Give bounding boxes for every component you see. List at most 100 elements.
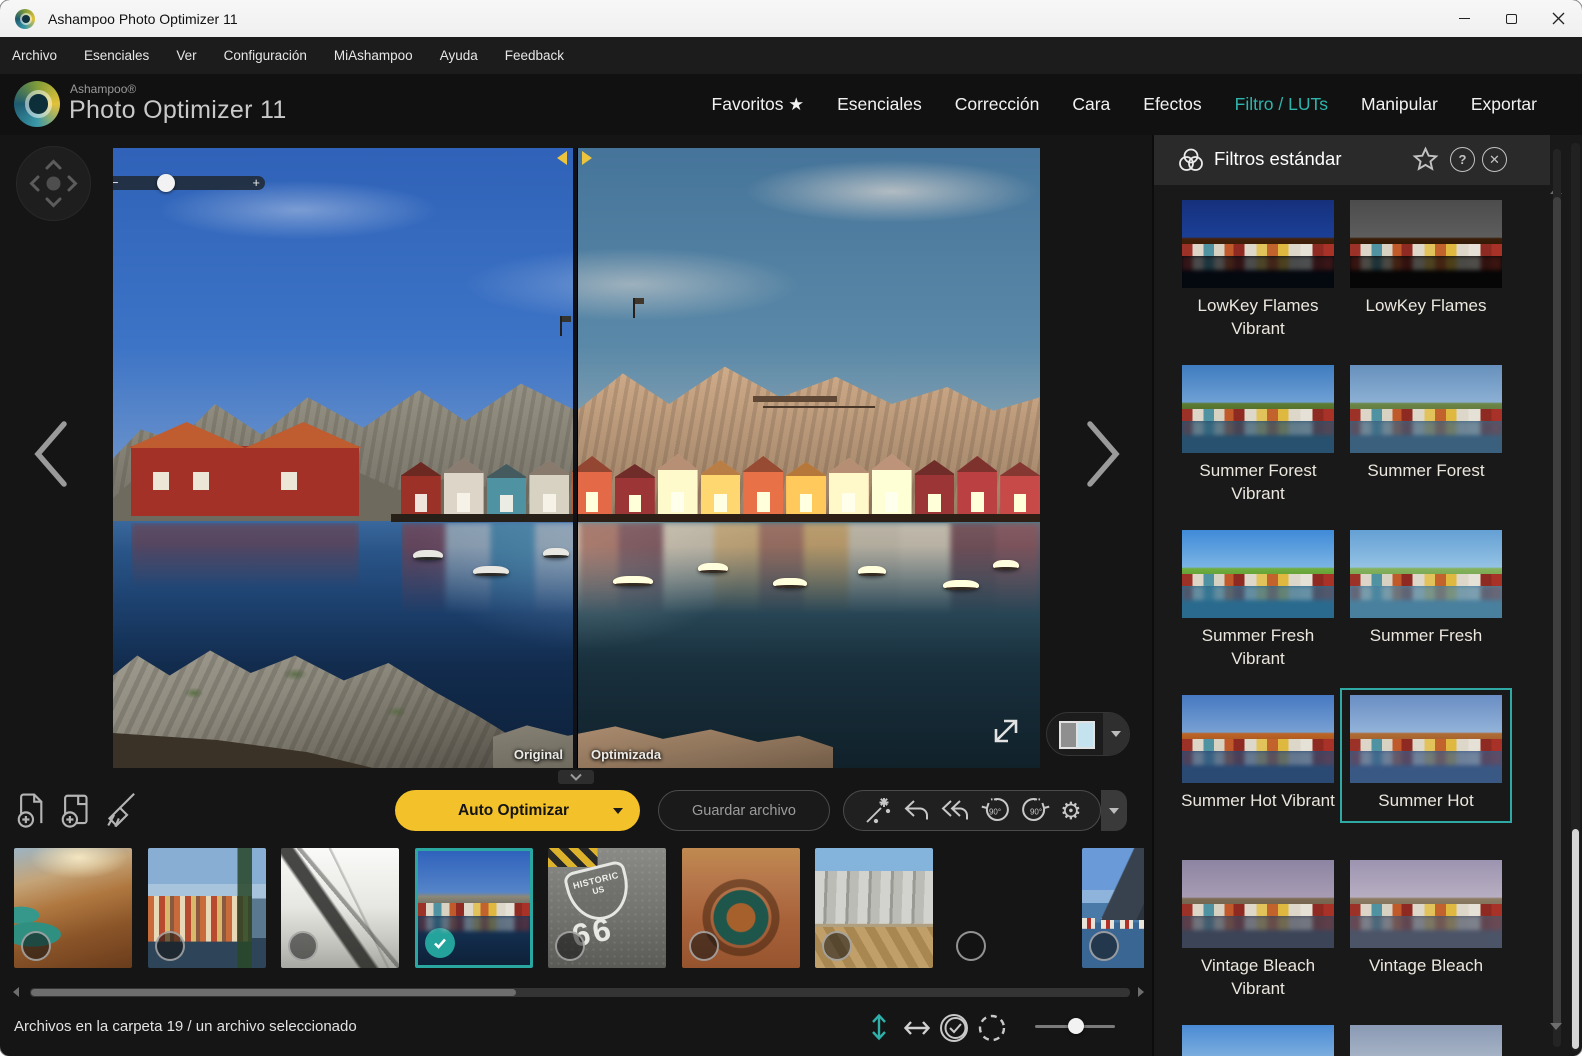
thumbnail-size-thumb[interactable] — [1068, 1018, 1084, 1034]
filmstrip-thumb-fog-bridge[interactable] — [281, 848, 399, 968]
tab-esenciales[interactable]: Esenciales — [837, 94, 922, 115]
favorite-star-icon[interactable] — [1412, 146, 1439, 173]
rotate-right-button[interactable]: 90° — [1020, 795, 1052, 827]
tab-correccion[interactable]: Corrección — [955, 94, 1040, 115]
filmstrip-thumb-fjord[interactable] — [1082, 848, 1144, 968]
panel-scrollbar-thumb[interactable] — [1553, 197, 1561, 1027]
compare-divider[interactable] — [573, 148, 577, 768]
clean-button[interactable] — [100, 789, 140, 829]
filter-summer-hot[interactable]: Summer Hot — [1342, 690, 1510, 821]
thumb-check[interactable] — [822, 931, 852, 961]
filmstrip-scroll-left-icon[interactable] — [13, 987, 19, 997]
zoom-in-icon[interactable]: + — [252, 175, 260, 190]
thumb-check[interactable] — [21, 931, 51, 961]
thumb-check[interactable] — [155, 931, 185, 961]
panel-scrollbar[interactable] — [1553, 149, 1561, 1047]
menu-item-miashampoo[interactable]: MiAshampoo — [334, 48, 413, 63]
fit-horizontal-button[interactable] — [902, 1016, 932, 1040]
fullscreen-button[interactable] — [983, 708, 1029, 754]
filmstrip-thumb-harbor[interactable] — [415, 848, 533, 968]
filmstrip-thumb-mailboxes[interactable] — [815, 848, 933, 968]
menu-item-feedback[interactable]: Feedback — [505, 48, 564, 63]
window-scrollbar-thumb[interactable] — [1572, 829, 1579, 1049]
filter-next-2[interactable] — [1342, 1020, 1510, 1056]
menu-item-archivo[interactable]: Archivo — [12, 48, 57, 63]
next-image-button[interactable] — [1082, 418, 1124, 490]
menu-item-ver[interactable]: Ver — [176, 48, 196, 63]
original-image-half[interactable] — [113, 148, 575, 768]
panel-scroll-down-icon[interactable] — [1550, 1023, 1562, 1030]
filter-summer-hot-vibrant[interactable]: Summer Hot Vibrant — [1174, 690, 1342, 821]
tab-favoritos[interactable]: Favoritos ★ — [712, 94, 805, 115]
panel-close-icon[interactable]: ✕ — [1482, 147, 1507, 172]
filter-summer-forest[interactable]: Summer Forest — [1342, 360, 1510, 491]
pan-control[interactable] — [16, 146, 91, 221]
filmstrip: HISTORICUS66 — [14, 848, 1144, 970]
help-icon[interactable]: ? — [1450, 147, 1475, 172]
filter-thumbnail — [1350, 200, 1502, 288]
filmstrip-thumb-canyon-lake[interactable] — [14, 848, 132, 968]
filmstrip-scrollbar-thumb[interactable] — [31, 989, 516, 996]
filter-vintage-bleach[interactable]: Vintage Bleach — [1342, 855, 1510, 986]
thumb-check[interactable] — [555, 931, 585, 961]
auto-optimize-button[interactable]: Auto Optimizar — [395, 790, 640, 831]
filter-lowkey-flames[interactable]: LowKey Flames — [1342, 195, 1510, 326]
zoom-out-icon[interactable]: − — [113, 175, 119, 190]
compare-mode-button[interactable] — [1046, 712, 1130, 756]
filter-thumbnail — [1350, 695, 1502, 783]
compare-original-button[interactable] — [938, 1012, 970, 1044]
window-scrollbar[interactable] — [1571, 143, 1580, 1051]
tab-manipular[interactable]: Manipular — [1361, 94, 1438, 115]
window-title: Ashampoo Photo Optimizer 11 — [48, 11, 238, 27]
thumb-check[interactable] — [689, 931, 719, 961]
previous-image-button[interactable] — [30, 418, 72, 490]
filmstrip-thumb-monument-valley[interactable] — [949, 848, 1067, 968]
app-logo-icon — [15, 9, 35, 29]
filmstrip-thumb-horseshoe[interactable] — [682, 848, 800, 968]
chevron-down-icon — [1111, 731, 1121, 737]
menu-item-configuracion[interactable]: Configuración — [224, 48, 307, 63]
thumb-check-selected[interactable] — [425, 928, 455, 958]
filmstrip-thumb-route66[interactable]: HISTORICUS66 — [548, 848, 666, 968]
tab-cara[interactable]: Cara — [1072, 94, 1110, 115]
zoom-slider-thumb[interactable] — [157, 174, 175, 192]
tab-filtro-luts[interactable]: Filtro / LUTs — [1235, 94, 1328, 115]
maximize-button[interactable] — [1488, 0, 1535, 37]
minimize-button[interactable] — [1441, 0, 1488, 37]
undo-all-button[interactable] — [939, 797, 971, 825]
filmstrip-scroll-right-icon[interactable] — [1138, 987, 1144, 997]
thumb-check[interactable] — [956, 931, 986, 961]
thumbnail-size-slider[interactable] — [1035, 1025, 1115, 1028]
filmstrip-thumb-manarola[interactable] — [148, 848, 266, 968]
menu-item-ayuda[interactable]: Ayuda — [440, 48, 478, 63]
filter-summer-forest-vibrant[interactable]: Summer Forest Vibrant — [1174, 360, 1342, 514]
thumb-check[interactable] — [1089, 931, 1119, 961]
zoom-slider[interactable]: − + — [113, 176, 265, 190]
filter-next-1[interactable] — [1174, 1020, 1342, 1056]
close-button[interactable] — [1535, 0, 1582, 37]
add-folder-button[interactable] — [58, 791, 96, 829]
filter-summer-fresh-vibrant[interactable]: Summer Fresh Vibrant — [1174, 525, 1342, 679]
save-file-button[interactable]: Guardar archivo — [658, 790, 830, 831]
compare-mode-dropdown[interactable] — [1103, 713, 1129, 755]
magic-wand-button[interactable] — [862, 796, 892, 826]
add-file-button[interactable] — [14, 791, 52, 829]
filter-summer-fresh[interactable]: Summer Fresh — [1342, 525, 1510, 656]
menu-item-esenciales[interactable]: Esenciales — [84, 48, 149, 63]
settings-button[interactable]: ⚙ — [1060, 799, 1082, 823]
rotate-left-button[interactable]: 90° — [979, 795, 1011, 827]
tab-efectos[interactable]: Efectos — [1143, 94, 1201, 115]
refresh-view-button[interactable] — [976, 1012, 1008, 1044]
undo-button[interactable] — [901, 797, 931, 825]
boat-shape — [858, 566, 886, 576]
collapse-preview-button[interactable] — [558, 770, 594, 784]
edit-tools-dropdown[interactable] — [1101, 790, 1127, 831]
thumb-check[interactable] — [288, 931, 318, 961]
tab-exportar[interactable]: Exportar — [1471, 94, 1537, 115]
optimized-image-half[interactable] — [578, 148, 1040, 768]
filter-lowkey-flames-vibrant[interactable]: LowKey Flames Vibrant — [1174, 195, 1342, 349]
filter-label: Summer Fresh Vibrant — [1174, 624, 1342, 670]
fit-vertical-button[interactable] — [866, 1012, 892, 1042]
filmstrip-scrollbar[interactable] — [30, 988, 1130, 997]
filter-vintage-bleach-vibrant[interactable]: Vintage Bleach Vibrant — [1174, 855, 1342, 1009]
